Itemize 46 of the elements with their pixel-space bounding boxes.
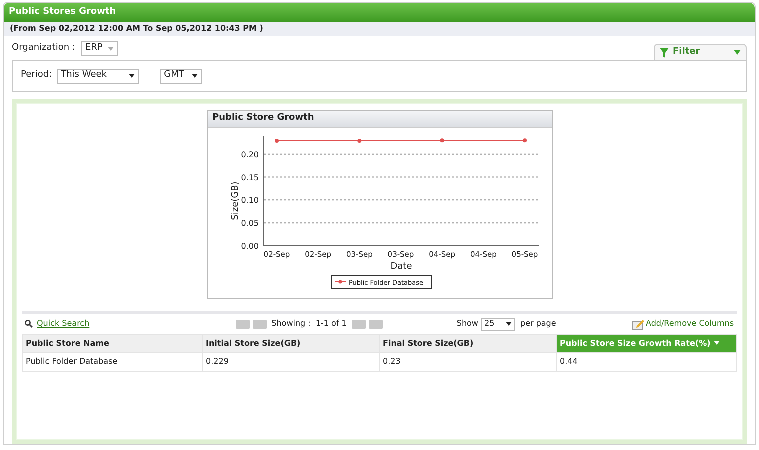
period-label: Period: [21,69,52,82]
search-icon [25,320,33,328]
data-point [357,139,362,144]
organization-dropdown[interactable]: ERP [81,41,118,56]
column-header[interactable]: Public Store Name [22,334,202,352]
caret-icon [108,46,114,50]
table-cell: 0.23 [380,352,556,372]
date-range: (From Sep 02,2012 12:00 AM To Sep 05,2012 10:43 PM ) [10,23,264,35]
first-page-button[interactable] [236,320,250,328]
y-tick-label: 0.00 [240,242,258,251]
caret-icon [506,322,512,326]
y-tick-label: 0.10 [240,196,258,206]
last-page-button[interactable] [368,320,383,328]
table-cell: 0.229 [202,352,380,372]
column-header[interactable]: Final Store Size(GB) [380,334,556,352]
y-tick-label: 0.20 [240,150,258,160]
data-point [440,138,444,143]
data-point [522,138,526,143]
edit-icon [632,318,645,330]
show-label: Show [456,318,478,330]
x-axis-label: Date [390,262,412,272]
page-status: Showing : 1-1 of 1 [272,318,347,330]
data-point [274,139,278,144]
window-title: Public Stores Growth [9,6,116,19]
table-cell: Public Folder Database [22,352,202,372]
table-cell: 0.44 [556,352,736,372]
caret-icon [192,74,198,78]
column-header[interactable]: Initial Store Size(GB) [202,334,380,352]
y-axis-label: Size(GB) [230,182,240,220]
per-page-label: per page [520,318,556,330]
caret-icon [734,50,741,55]
y-tick-label: 0.15 [240,173,258,182]
period-dropdown[interactable]: This Week [57,68,140,84]
filter-button[interactable]: Filter [654,44,747,60]
timezone-dropdown[interactable]: GMT [160,68,202,84]
previous-page-button[interactable] [252,320,267,328]
organization-label: Organization : [12,42,76,55]
sort-caret-icon [714,341,720,346]
chart-title: Public Store Growth [212,112,314,126]
funnel-icon [660,48,669,58]
add-remove-columns-link[interactable]: Add/Remove Columns [646,318,734,330]
page-size-dropdown[interactable]: 25 [481,318,516,330]
caret-icon [129,74,136,78]
y-tick-label: 0.05 [240,219,258,228]
next-page-button[interactable] [352,320,366,328]
quick-search-link[interactable]: Quick Search [37,318,90,330]
